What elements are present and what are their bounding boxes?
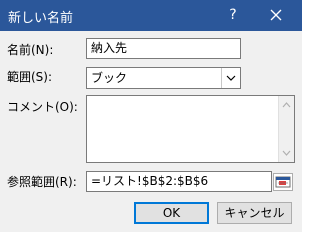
scope-label: 範囲(S): — [7, 70, 53, 84]
comment-scrollbar[interactable] — [278, 96, 294, 162]
name-input[interactable]: 納入先 — [86, 38, 241, 59]
name-label: 名前(N): — [7, 43, 54, 57]
refers-to-input[interactable]: =リスト!$B$2:$B$6 — [86, 171, 272, 192]
comment-textarea[interactable] — [86, 95, 295, 163]
scope-value: ブック — [91, 71, 128, 85]
dialog-title: 新しい名前 — [8, 11, 74, 26]
scroll-up-icon — [282, 102, 291, 108]
chevron-down-icon — [226, 75, 236, 81]
collapse-dialog-button[interactable] — [273, 173, 293, 191]
close-button[interactable] — [265, 4, 287, 26]
ok-button[interactable]: OK — [134, 202, 209, 224]
scope-dropdown-button[interactable] — [221, 68, 240, 88]
close-icon — [270, 9, 282, 21]
refers-to-label: 参照範囲(R): — [7, 175, 77, 189]
scope-select[interactable]: ブック — [86, 67, 241, 89]
collapse-dialog-icon — [275, 176, 291, 188]
comment-label: コメント(O): — [7, 100, 78, 114]
cancel-button[interactable]: キャンセル — [217, 202, 292, 224]
scroll-down-icon — [282, 150, 291, 156]
title-bar: 新しい名前 ? — [0, 0, 302, 31]
help-button[interactable]: ? — [222, 4, 244, 26]
comment-value — [87, 96, 91, 110]
